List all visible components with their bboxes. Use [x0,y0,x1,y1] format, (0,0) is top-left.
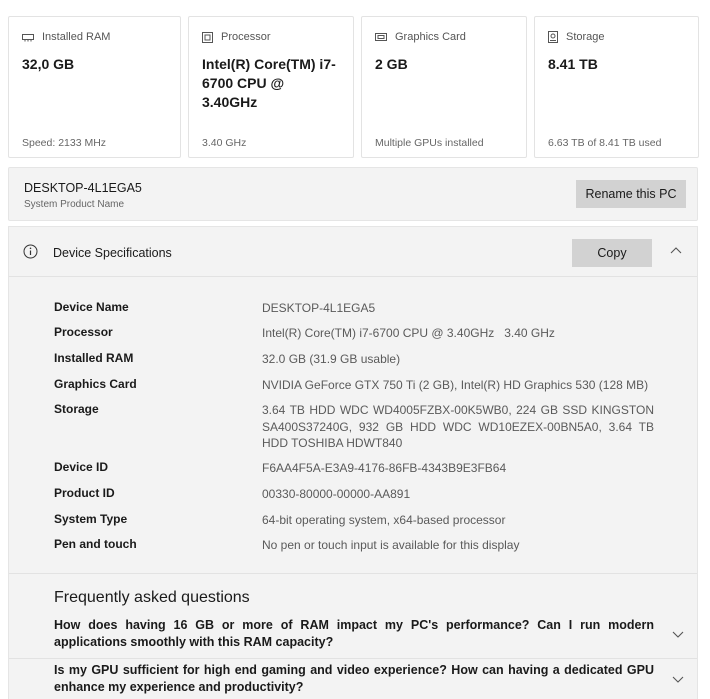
chevron-down-icon[interactable] [672,676,684,683]
card-title: Installed RAM [42,31,111,43]
spec-value: NVIDIA GeForce GTX 750 Ti (2 GB), Intel(… [262,378,649,392]
card-subtext: 6.63 TB of 8.41 TB used [548,137,662,149]
spec-value: 32.0 GB (31.9 GB usable) [262,352,401,366]
spec-label: Storage [54,402,99,416]
card-subtext: 3.40 GHz [202,137,247,149]
spec-value: F6AA4F5A-E3A9-4176-86FB-4343B9E3FB64 [262,461,507,475]
rename-pc-button[interactable]: Rename this PC [576,180,686,208]
device-specifications-panel: Device Specifications Copy Device Name D… [8,226,698,699]
faq-question: Is my GPU sufficient for high end gaming… [54,663,654,694]
card-subtext: Speed: 2133 MHz [22,137,107,149]
card-value: 8.41 TB [548,56,598,72]
info-icon [23,244,38,259]
spec-value: 64-bit operating system, x64-based proce… [262,513,506,527]
pc-name: DESKTOP-4L1EGA5 [24,181,142,195]
card-header: Storage [548,31,605,43]
card-title: Processor [221,31,271,43]
chevron-up-icon[interactable] [670,247,682,254]
spec-label: Product ID [54,486,115,500]
card-value: 2 GB [375,56,408,72]
spec-label: Pen and touch [54,537,137,551]
faq-title: Frequently asked questions [54,589,250,606]
spec-label: Device Name [54,300,129,314]
pc-name-label: System Product Name [24,199,125,210]
spec-value: 00330-80000-00000-AA891 [262,487,411,501]
processor-card: Processor Intel(R) Core(TM) i7-6700 CPU … [188,16,354,158]
card-header: Installed RAM [22,31,110,43]
card-value: 32,0 GB [22,56,75,72]
spec-value: Intel(R) Core(TM) i7-6700 CPU @ 3.40GHz … [262,326,555,340]
spec-label: System Type [54,512,128,526]
section-title: Device Specifications [53,246,172,260]
spec-value: No pen or touch input is available for t… [262,538,520,552]
graphics-card-icon [375,33,387,41]
device-specifications-header[interactable]: Device Specifications Copy [9,227,697,277]
chevron-down-icon[interactable] [672,631,684,638]
divider [9,573,697,574]
card-subtext: Multiple GPUs installed [375,137,484,149]
spec-value: DESKTOP-4L1EGA5 [262,301,376,315]
faq-item[interactable]: How does having 16 GB or more of RAM imp… [9,617,697,659]
spec-label: Processor [54,325,113,339]
spec-value: 3.64 TB HDD WDC WD4005FZBX-00K5WB0, 224 … [262,403,654,450]
copy-button[interactable]: Copy [572,239,652,267]
storage-card: Storage 8.41 TB 6.63 TB of 8.41 TB used [534,16,699,158]
installed-ram-card: Installed RAM 32,0 GB Speed: 2133 MHz [8,16,181,158]
divider [9,658,697,659]
storage-icon [548,31,558,43]
ram-icon [22,33,34,41]
processor-icon [202,31,213,43]
pc-name-panel: DESKTOP-4L1EGA5 System Product Name Rena… [8,167,698,221]
spec-label: Installed RAM [54,351,134,365]
card-title: Graphics Card [395,31,466,43]
card-title: Storage [566,31,605,43]
card-header: Graphics Card [375,31,466,43]
card-header: Processor [202,31,271,43]
graphics-card-card: Graphics Card 2 GB Multiple GPUs install… [361,16,527,158]
card-value: Intel(R) Core(TM) i7-6700 CPU @ 3.40GHz [202,56,336,110]
faq-item[interactable]: Is my GPU sufficient for high end gaming… [9,662,697,699]
spec-label: Device ID [54,460,109,474]
spec-label: Graphics Card [54,377,137,391]
faq-question: How does having 16 GB or more of RAM imp… [54,618,654,649]
